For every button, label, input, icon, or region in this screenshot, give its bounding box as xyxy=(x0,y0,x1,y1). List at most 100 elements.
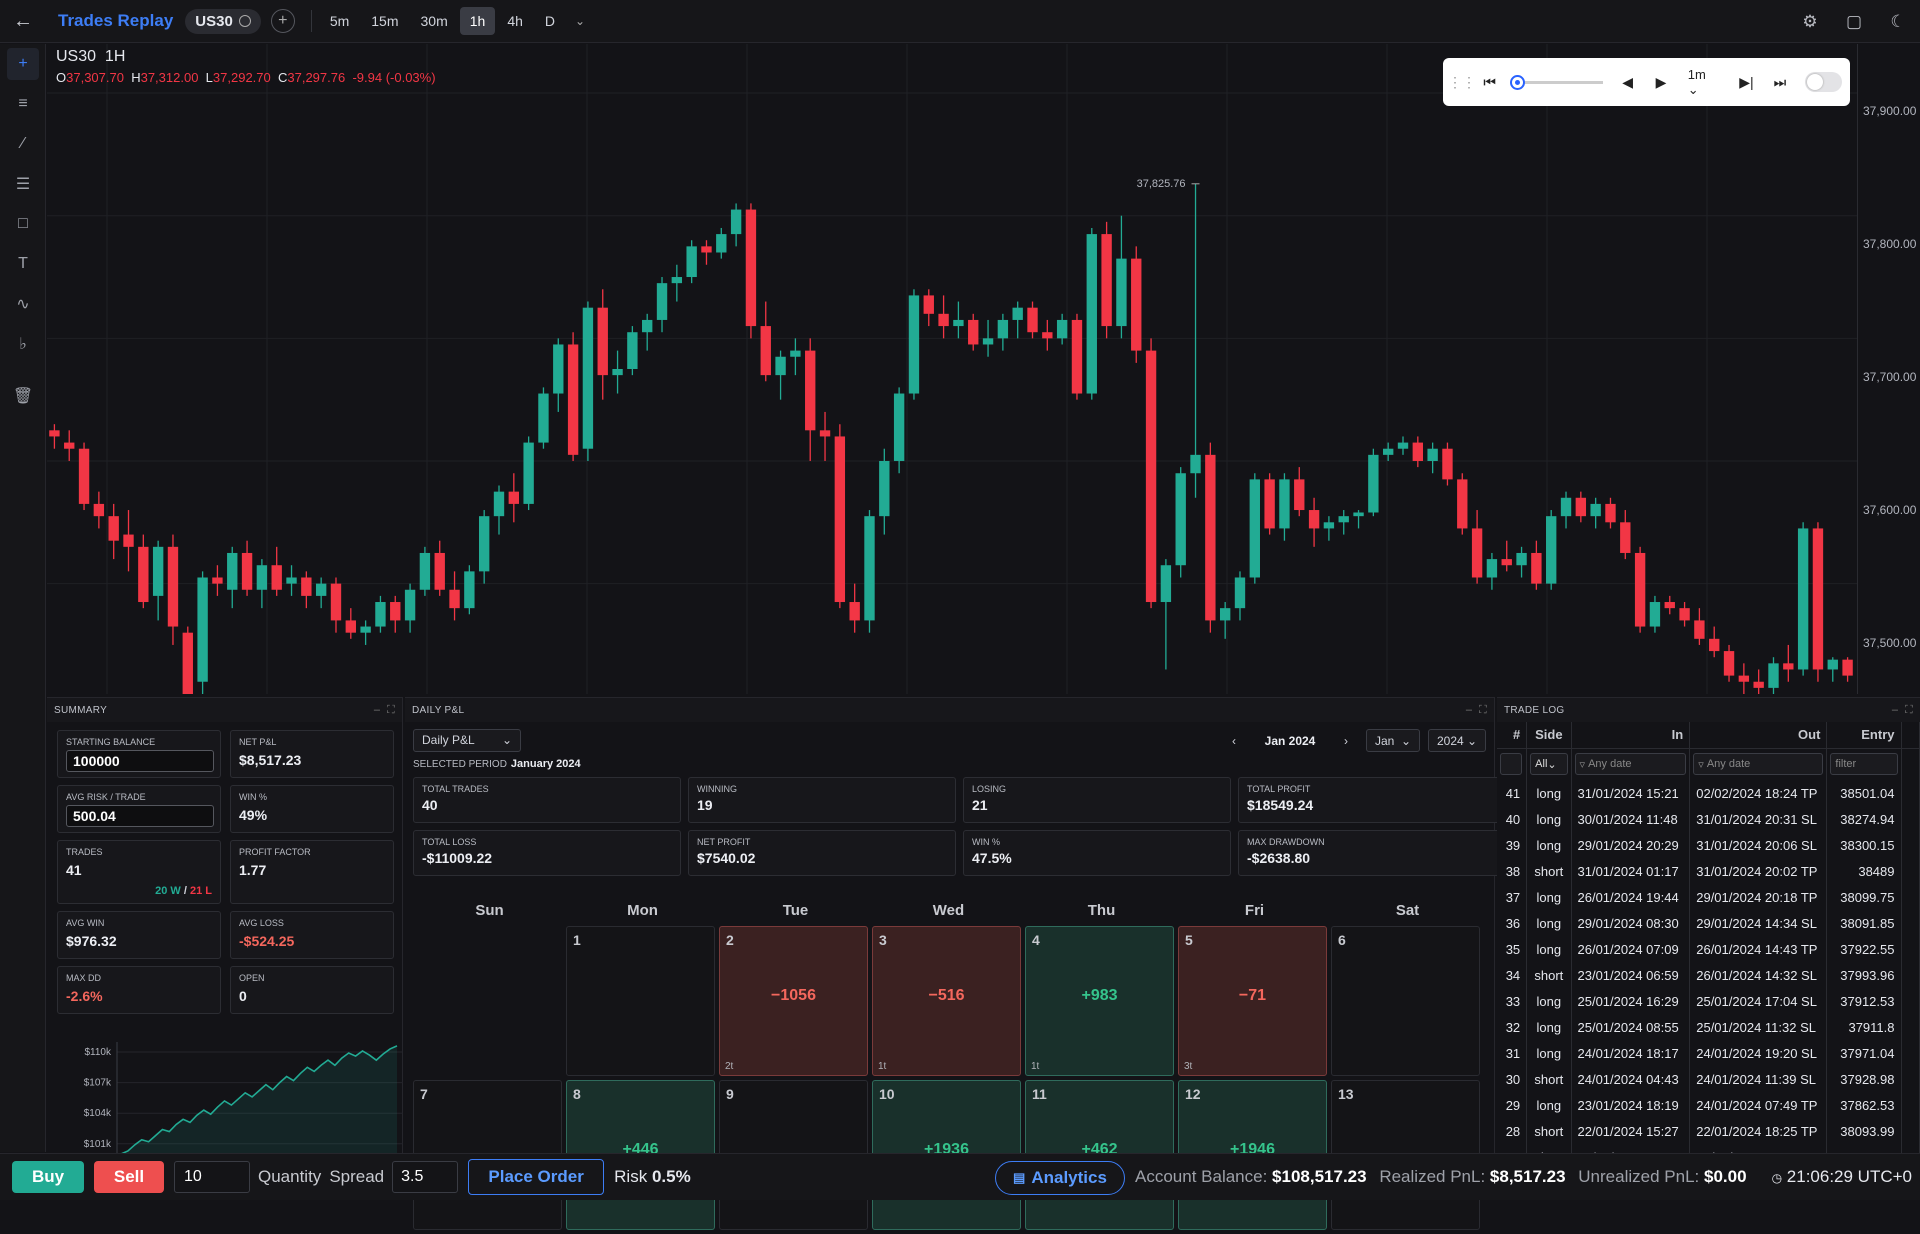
buy-button[interactable]: Buy xyxy=(12,1161,84,1193)
net-pnl-value: $8,517.23 xyxy=(239,752,302,768)
gear-icon[interactable]: ⚙ xyxy=(1788,12,1832,32)
stat-value: -$2638.80 xyxy=(1247,850,1311,866)
calendar-day[interactable]: 2 −1056 2t xyxy=(719,926,868,1076)
next-month-icon[interactable]: › xyxy=(1344,734,1348,748)
prev-month-icon[interactable]: ‹ xyxy=(1232,734,1236,748)
table-row[interactable]: 30 short 24/01/2024 04:43 24/01/2024 11:39 … xyxy=(1497,1066,1920,1092)
panel-controls[interactable]: – ⛶ xyxy=(374,704,395,717)
table-row[interactable]: 27short23/01/2024 06:4123/01/2024 14:32 … xyxy=(1497,1144,1920,1153)
avg-risk-input[interactable] xyxy=(66,805,214,827)
replay-slider[interactable] xyxy=(1510,74,1603,90)
speed-select[interactable]: 1m ⌄ xyxy=(1688,67,1720,98)
rectangle-tool[interactable]: □ xyxy=(0,204,46,244)
panel-controls[interactable]: – ⛶ xyxy=(1892,704,1913,717)
table-row[interactable]: 34 short 23/01/2024 06:59 26/01/2024 14:32 … xyxy=(1497,962,1920,988)
calendar-day[interactable]: 4 +983 1t xyxy=(1025,926,1174,1076)
timeframe-1h[interactable]: 1h xyxy=(459,7,496,35)
table-row[interactable]: 32 long 25/01/2024 08:55 25/01/2024 11:32 S… xyxy=(1497,1014,1920,1040)
calendar-day[interactable]: 1 xyxy=(566,926,715,1076)
timeframe-30m[interactable]: 30m xyxy=(411,7,458,35)
timeframe-5m[interactable]: 5m xyxy=(320,7,359,35)
candle xyxy=(1590,497,1601,529)
replay-toggle[interactable] xyxy=(1804,72,1842,92)
spread-input[interactable]: 3.5 xyxy=(392,1161,459,1193)
mode-select[interactable]: Daily P&L ⌄ xyxy=(413,728,521,752)
day-number: 12 xyxy=(1185,1086,1201,1102)
equity-area xyxy=(121,1045,397,1154)
calendar-day[interactable]: 3 −516 1t xyxy=(872,926,1021,1076)
table-row[interactable]: 35 long 26/01/2024 07:09 26/01/2024 14:43 T… xyxy=(1497,936,1920,962)
col-number[interactable]: # xyxy=(1497,722,1528,749)
chevron-down-icon[interactable]: ⌄ xyxy=(575,14,585,28)
side-filter[interactable]: All ⌄ xyxy=(1530,753,1568,776)
path-tool[interactable]: ∿ xyxy=(0,284,46,324)
price-axis[interactable]: 37,900.00 37,800.00 37,700.00 37,600.00 … xyxy=(1857,44,1920,694)
text-tool[interactable]: T xyxy=(0,244,46,284)
symbol-chip[interactable]: US30 xyxy=(185,8,261,34)
timeframe-15m[interactable]: 15m xyxy=(361,7,408,35)
year-select[interactable]: 2024 ⌄ xyxy=(1428,729,1486,752)
moon-icon[interactable]: ☾ xyxy=(1876,12,1920,32)
col-out[interactable]: Out xyxy=(1689,722,1828,749)
table-row[interactable]: 28 short 22/01/2024 15:27 22/01/2024 18:25 … xyxy=(1497,1118,1920,1144)
table-row[interactable]: 36 long 29/01/2024 08:30 29/01/2024 14:34 S… xyxy=(1497,910,1920,936)
out-date-filter[interactable]: ▿ Any date xyxy=(1693,753,1824,776)
alert-tool[interactable]: ♭ xyxy=(0,324,46,364)
timeframe-4h[interactable]: 4h xyxy=(497,7,533,35)
candle xyxy=(508,473,520,523)
table-row[interactable]: 29 long 23/01/2024 18:19 24/01/2024 07:49 T… xyxy=(1497,1092,1920,1118)
crosshair-tool[interactable]: + xyxy=(0,44,46,84)
step-forward-icon[interactable]: ▶| xyxy=(1730,74,1763,91)
sell-button[interactable]: Sell xyxy=(94,1161,164,1193)
equity-curve-chart: $110k $107k $104k $101k xyxy=(84,1042,403,1154)
slider-knob[interactable] xyxy=(1510,74,1526,90)
col-in[interactable]: In xyxy=(1571,722,1691,749)
in-date-filter[interactable]: ▿ Any date xyxy=(1574,753,1687,776)
trade-number: 38 xyxy=(1497,858,1528,884)
table-row[interactable]: 31 long 24/01/2024 18:17 24/01/2024 19:20 S… xyxy=(1497,1040,1920,1066)
starting-balance-input[interactable] xyxy=(66,750,214,772)
table-row[interactable]: 38 short 31/01/2024 01:17 31/01/2024 20:02 … xyxy=(1497,858,1920,884)
stat-label: WINNING xyxy=(697,784,737,794)
chevron-down-icon: ⌄ xyxy=(1400,733,1411,748)
delete-tool[interactable]: 🗑 xyxy=(0,376,46,416)
fullscreen-icon[interactable]: ▢ xyxy=(1832,12,1876,32)
timeframe-D[interactable]: D xyxy=(535,7,565,35)
table-row[interactable]: 39 long 29/01/2024 20:29 31/01/2024 20:06 S… xyxy=(1497,832,1920,858)
candle-body xyxy=(775,356,786,376)
card-label: NET P&L xyxy=(239,737,277,747)
back-arrow-icon[interactable]: ← xyxy=(0,0,46,43)
skip-start-icon[interactable]: ⏮ xyxy=(1473,74,1506,91)
calendar-day[interactable]: 5 −71 3t xyxy=(1178,926,1327,1076)
price-chart[interactable]: 37,825.76 US30 1H O37,307.70 H37,312.00 … xyxy=(47,44,1857,694)
skip-end-icon[interactable]: ⏭ xyxy=(1763,74,1796,91)
daily-stat-card: TOTAL TRADES 40 xyxy=(413,777,681,823)
trade-extra xyxy=(1901,1066,1920,1092)
candle xyxy=(908,289,920,400)
trendline-tool[interactable]: ∕ xyxy=(0,124,46,164)
quantity-input[interactable]: 10 xyxy=(174,1161,250,1193)
indicators-tool[interactable]: ≡ xyxy=(0,84,46,124)
drag-handle-icon[interactable]: ⋮⋮ xyxy=(1448,74,1476,91)
table-row[interactable]: 33 long 25/01/2024 16:29 25/01/2024 17:04 S… xyxy=(1497,988,1920,1014)
select-all-box[interactable] xyxy=(1500,753,1522,776)
horizontal-lines-tool[interactable]: ☰ xyxy=(0,164,46,204)
table-row[interactable]: 37 long 26/01/2024 19:44 29/01/2024 20:18 T… xyxy=(1497,884,1920,910)
analytics-button[interactable]: ▤ Analytics xyxy=(995,1161,1125,1195)
step-back-icon[interactable]: ◀ xyxy=(1611,74,1644,91)
play-icon[interactable]: ▶ xyxy=(1644,74,1677,91)
entry-filter[interactable]: filter xyxy=(1830,753,1898,776)
add-symbol-button[interactable]: + xyxy=(270,9,295,33)
month-select[interactable]: Jan ⌄ xyxy=(1366,729,1420,752)
trade-out: 29/01/2024 20:18 TP xyxy=(1689,884,1828,910)
col-side[interactable]: Side xyxy=(1526,722,1572,749)
table-row[interactable]: 40 long 30/01/2024 11:48 31/01/2024 20:31 S… xyxy=(1497,806,1920,832)
col-entry[interactable]: Entry xyxy=(1826,722,1902,749)
equity-axis-label: $110k xyxy=(84,1047,112,1058)
table-row[interactable]: 41 long 31/01/2024 15:21 02/02/2024 18:24 T… xyxy=(1497,780,1920,806)
calendar-day[interactable]: 6 xyxy=(1331,926,1480,1076)
place-order-button[interactable]: Place Order xyxy=(468,1159,605,1195)
candle-body xyxy=(1012,307,1023,320)
panel-controls[interactable]: – ⛶ xyxy=(1466,704,1487,717)
symbol-info-icon[interactable] xyxy=(238,15,251,27)
